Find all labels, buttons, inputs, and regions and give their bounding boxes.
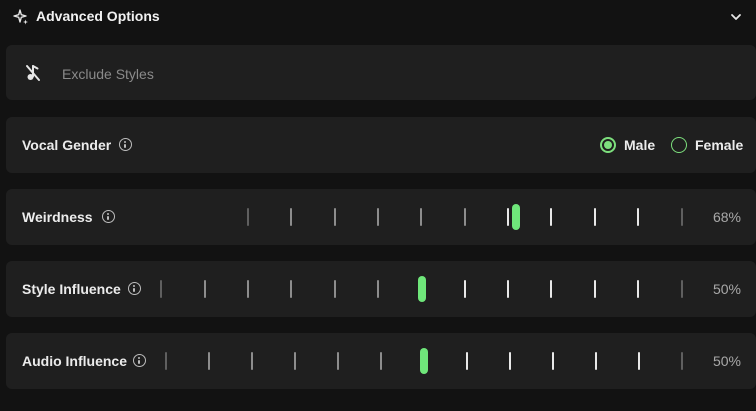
style-influence-row: Style Influence 50%	[6, 261, 756, 317]
info-icon[interactable]	[128, 282, 141, 295]
section-title: Advanced Options	[36, 8, 160, 24]
slider-tick	[464, 208, 466, 226]
slider-tick	[294, 352, 296, 370]
slider-tick	[464, 280, 466, 298]
slider-tick	[247, 280, 249, 298]
audio-influence-value: 50%	[712, 353, 741, 369]
female-radio[interactable]	[671, 137, 687, 153]
slider-tick	[165, 352, 167, 370]
slider-tick	[160, 280, 162, 298]
slider-tick	[638, 352, 640, 370]
info-icon[interactable]	[133, 354, 146, 367]
info-icon[interactable]	[119, 138, 132, 151]
slider-tick	[507, 280, 509, 298]
slider-tick	[594, 280, 596, 298]
slider-tick	[377, 208, 379, 226]
slider-tick	[208, 352, 210, 370]
vocal-gender-label: Vocal Gender	[22, 137, 112, 153]
slider-tick	[637, 280, 639, 298]
slider-tick	[550, 280, 552, 298]
weirdness-value: 68%	[712, 209, 741, 225]
exclude-styles-placeholder: Exclude Styles	[62, 66, 154, 82]
slider-tick	[380, 352, 382, 370]
slider-tick	[552, 352, 554, 370]
slider-thumb[interactable]	[420, 348, 428, 374]
weirdness-row: Weirdness 68%	[6, 189, 756, 245]
weirdness-label: Weirdness	[22, 209, 93, 225]
sparkles-icon	[13, 9, 28, 25]
audio-influence-row: Audio Influence 50%	[6, 333, 756, 389]
slider-tick	[251, 352, 253, 370]
male-radio[interactable]	[600, 137, 616, 153]
audio-influence-label: Audio Influence	[22, 353, 127, 369]
slider-thumb[interactable]	[418, 276, 426, 302]
slider-tick	[594, 208, 596, 226]
vocal-gender-row: Vocal Gender Male Female	[6, 117, 756, 173]
slider-tick	[681, 352, 683, 370]
slider-tick	[681, 208, 683, 226]
male-radio-label[interactable]: Male	[624, 137, 655, 153]
slider-tick	[334, 208, 336, 226]
slider-tick	[420, 208, 422, 226]
slider-tick	[595, 352, 597, 370]
info-icon[interactable]	[102, 210, 115, 223]
exclude-styles-input[interactable]: Exclude Styles	[6, 45, 756, 100]
style-influence-value: 50%	[712, 281, 741, 297]
slider-tick	[204, 280, 206, 298]
slider-thumb[interactable]	[512, 204, 520, 230]
slider-tick	[681, 280, 683, 298]
slider-tick	[637, 208, 639, 226]
slider-tick	[466, 352, 468, 370]
female-radio-label[interactable]: Female	[695, 137, 743, 153]
chevron-down-icon[interactable]	[729, 10, 743, 24]
advanced-options-header[interactable]: Advanced Options	[0, 0, 756, 34]
slider-tick	[290, 208, 292, 226]
slider-tick	[507, 208, 509, 226]
slider-tick	[290, 280, 292, 298]
slider-tick	[377, 280, 379, 298]
slider-tick	[247, 208, 249, 226]
slider-tick	[337, 352, 339, 370]
slider-tick	[334, 280, 336, 298]
slider-tick	[550, 208, 552, 226]
style-influence-label: Style Influence	[22, 281, 121, 297]
slider-tick	[509, 352, 511, 370]
music-note-off-icon	[26, 65, 40, 81]
